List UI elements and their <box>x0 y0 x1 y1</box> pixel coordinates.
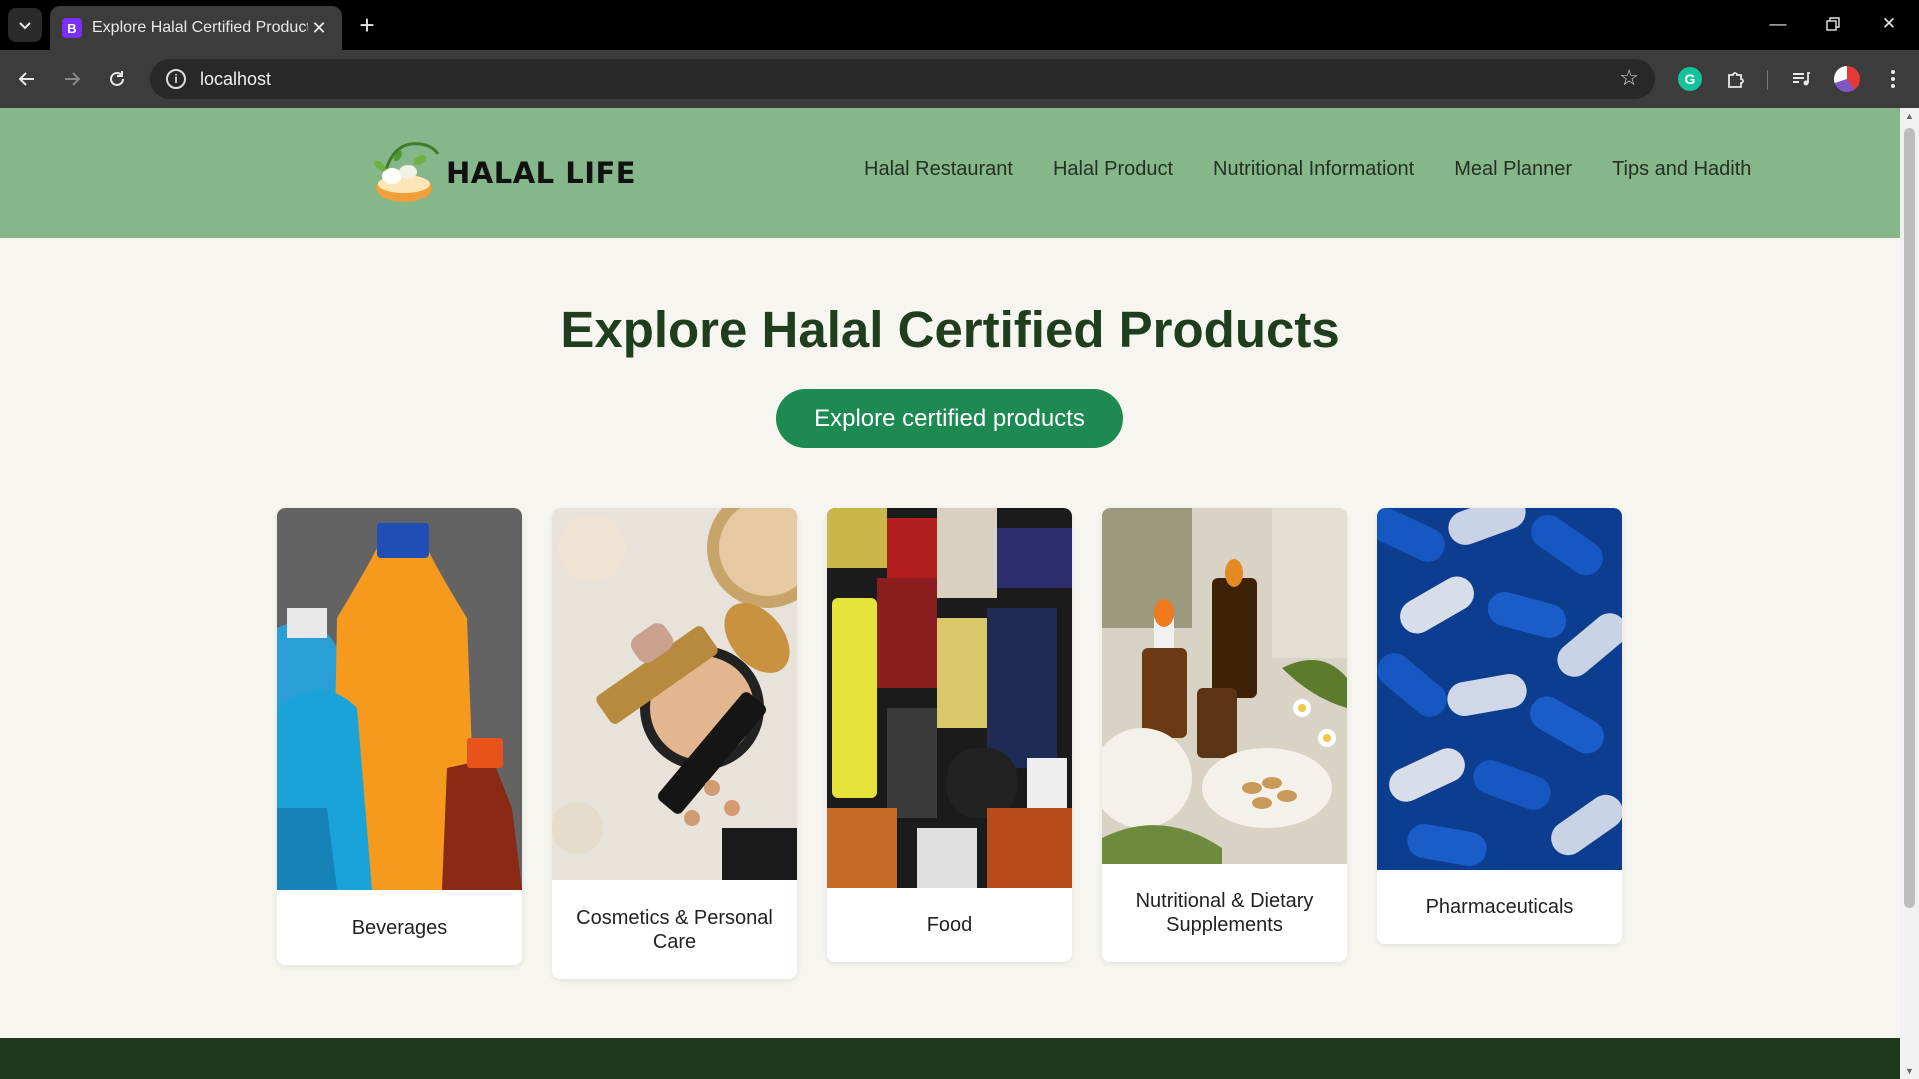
toolbar-divider <box>1767 70 1768 90</box>
site-info-icon[interactable]: i <box>166 69 186 89</box>
nav-nutritional-information[interactable]: Nutritional Informationt <box>1213 158 1414 181</box>
new-tab-button[interactable]: + <box>352 10 382 40</box>
scroll-up-arrow-icon[interactable]: ▲ <box>1900 108 1919 124</box>
supplements-image <box>1102 508 1347 864</box>
playlist-icon <box>1793 72 1810 86</box>
category-card-food[interactable]: Food <box>827 508 1072 962</box>
scroll-down-arrow-icon[interactable]: ▼ <box>1900 1063 1919 1079</box>
site-footer <box>0 1038 1900 1079</box>
close-window-button[interactable]: ✕ <box>1866 6 1912 42</box>
reload-icon <box>110 71 124 86</box>
category-label: Food <box>926 914 973 936</box>
page-viewport: HALAL LIFE Halal Restaurant Halal Produc… <box>0 108 1900 1079</box>
puzzle-icon <box>1728 72 1744 88</box>
browser-tab-strip: B Explore Halal Certified Products ✕ + —… <box>0 0 1919 50</box>
reload-button[interactable] <box>100 62 134 96</box>
profile-avatar <box>1834 66 1860 92</box>
category-card-cosmetics[interactable]: Cosmetics & Personal Care <box>552 508 797 979</box>
explore-products-button[interactable]: Explore certified products <box>776 389 1123 448</box>
more-vertical-icon <box>1891 70 1895 88</box>
category-label: Pharmaceuticals <box>1425 896 1574 918</box>
grammarly-icon: G <box>1678 67 1702 91</box>
site-header: HALAL LIFE Halal Restaurant Halal Produc… <box>0 108 1900 238</box>
page-scrollbar[interactable]: ▲ ▼ <box>1900 108 1919 1079</box>
category-card-supplements[interactable]: Nutritional & Dietary Supplements <box>1102 508 1347 962</box>
close-tab-icon[interactable]: ✕ <box>308 18 330 39</box>
tab-title: Explore Halal Certified Products <box>92 19 308 36</box>
logo-text: HALAL LIFE <box>446 156 637 190</box>
site-logo[interactable]: HALAL LIFE <box>370 138 636 208</box>
arrow-left-icon <box>18 72 34 86</box>
category-label: Cosmetics & Personal Care <box>576 906 773 953</box>
grammarly-extension-button[interactable]: G <box>1673 62 1707 96</box>
nav-halal-restaurant[interactable]: Halal Restaurant <box>864 158 1013 181</box>
logo-bowl-icon <box>370 138 442 208</box>
restore-window-button[interactable] <box>1810 6 1856 42</box>
media-controls-button[interactable] <box>1784 62 1818 96</box>
chevron-down-icon <box>19 22 31 30</box>
arrow-right-icon <box>65 72 81 86</box>
beverages-image <box>277 508 522 890</box>
back-button[interactable] <box>10 62 44 96</box>
nav-meal-planner[interactable]: Meal Planner <box>1454 158 1572 181</box>
main-navigation: Halal Restaurant Halal Product Nutrition… <box>864 158 1751 181</box>
category-card-pharmaceuticals[interactable]: Pharmaceuticals <box>1377 508 1622 944</box>
restore-icon <box>1826 17 1840 31</box>
browser-toolbar: i localhost ☆ G <box>0 50 1919 108</box>
bookmark-star-icon[interactable]: ☆ <box>1619 65 1639 91</box>
forward-button[interactable] <box>55 62 89 96</box>
site-favicon: B <box>62 18 82 38</box>
nav-tips-and-hadith[interactable]: Tips and Hadith <box>1612 158 1751 181</box>
food-image <box>827 508 1072 888</box>
scrollbar-thumb[interactable] <box>1904 128 1915 908</box>
address-bar[interactable]: i localhost ☆ <box>150 59 1655 99</box>
profile-button[interactable] <box>1830 62 1864 96</box>
browser-tab-active[interactable]: B Explore Halal Certified Products ✕ <box>50 6 342 50</box>
nav-halal-product[interactable]: Halal Product <box>1053 158 1173 181</box>
extensions-button[interactable] <box>1719 62 1753 96</box>
category-label: Nutritional & Dietary Supplements <box>1135 890 1314 936</box>
tab-search-button[interactable] <box>8 8 42 42</box>
cosmetics-image <box>552 508 797 880</box>
category-label: Beverages <box>351 916 448 939</box>
category-card-beverages[interactable]: Beverages <box>277 508 522 965</box>
minimize-window-button[interactable]: — <box>1755 6 1801 42</box>
pharmaceuticals-image <box>1377 508 1622 870</box>
url-text: localhost <box>200 68 272 89</box>
browser-menu-button[interactable] <box>1876 62 1910 96</box>
page-title: Explore Halal Certified Products <box>560 301 1340 358</box>
